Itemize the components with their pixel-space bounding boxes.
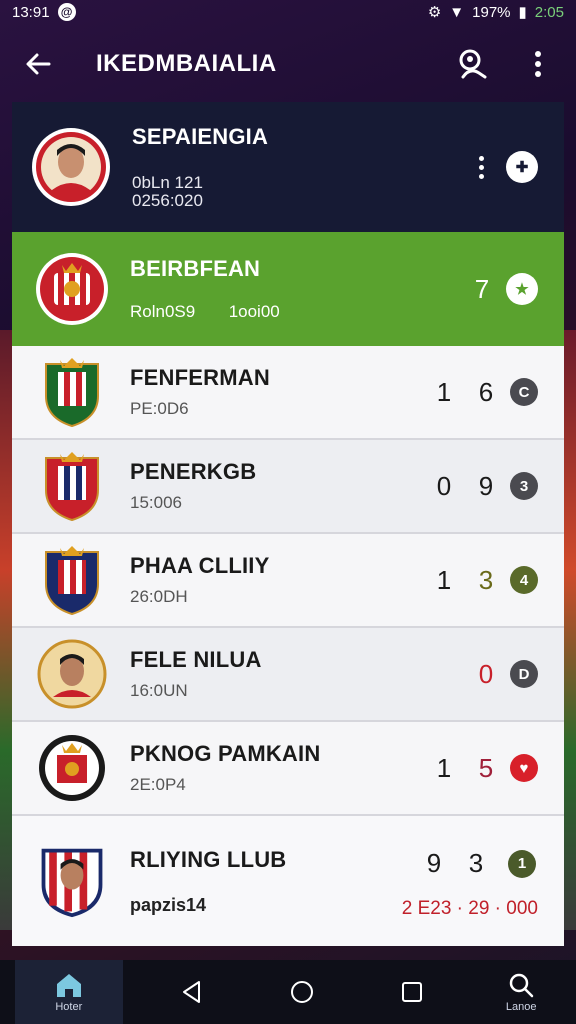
back-button[interactable] bbox=[20, 46, 56, 82]
background-edge-right bbox=[564, 330, 576, 930]
team-detail: 26:0DH bbox=[130, 587, 188, 606]
search-button[interactable] bbox=[454, 46, 490, 82]
team-row-highlighted[interactable]: BEIRBFEAN Roln0S9 1ooi00 7 ★ bbox=[12, 232, 564, 346]
status-badge: 4 bbox=[510, 566, 538, 594]
nav-home-circle[interactable] bbox=[262, 960, 342, 1024]
nav-home[interactable]: Hoter bbox=[14, 960, 123, 1024]
square-recents-icon bbox=[401, 982, 422, 1002]
team-crest bbox=[34, 730, 110, 806]
status-badge: 3 bbox=[510, 472, 538, 500]
score-away: 0 bbox=[478, 658, 494, 689]
status-badge: ♥ bbox=[510, 754, 538, 782]
score-away: 5 bbox=[478, 752, 494, 783]
match-extra-info: 2 E23 · 29 · 000 bbox=[401, 898, 538, 919]
rank-badge-last: 1 bbox=[508, 849, 536, 878]
profile-line2: 0256:020 bbox=[132, 191, 203, 210]
battery-icon: ▮ bbox=[518, 4, 527, 21]
signal-text: 197% bbox=[472, 3, 511, 21]
triangle-back-icon bbox=[183, 981, 201, 1003]
bottom-navigation: Hoter Lanoe bbox=[0, 960, 576, 1024]
score-home-last: 9 bbox=[426, 848, 442, 878]
arrow-left-icon bbox=[26, 53, 51, 75]
team-crest bbox=[34, 251, 110, 327]
status-time: 13:91 bbox=[12, 3, 50, 21]
profile-line1: 0bLn 121 bbox=[132, 173, 203, 192]
score-away: 6 bbox=[478, 376, 494, 407]
score-away: 3 bbox=[478, 564, 494, 595]
alarm-icon: ⚙ bbox=[427, 4, 442, 21]
team-crest bbox=[34, 636, 110, 712]
nav-home-label: Hoter bbox=[55, 1001, 83, 1013]
team-detail-right: 1ooi00 bbox=[228, 302, 280, 321]
team-crest bbox=[34, 448, 110, 524]
favorite-star-icon[interactable]: ★ bbox=[506, 273, 538, 305]
battery-text: 2:05 bbox=[534, 3, 564, 21]
team-name: FENFERMAN bbox=[130, 365, 270, 390]
nav-search-label: Lanoe bbox=[505, 1001, 537, 1013]
app-bar: IKEDMBAIALIA bbox=[0, 28, 576, 100]
notification-icon: @ bbox=[57, 3, 76, 21]
team-crest bbox=[34, 542, 110, 618]
team-name: PKNOG PAMKAIN bbox=[130, 741, 321, 766]
score-away-last: 3 bbox=[468, 848, 484, 878]
kebab-menu-icon bbox=[535, 51, 541, 77]
score-away: 9 bbox=[478, 470, 494, 501]
team-name: BEIRBFEAN bbox=[130, 256, 261, 281]
circle-home-icon bbox=[290, 981, 313, 1003]
match-list: SEPAIENGIA 0bLn 121 0256:020 ✚ BEIRBFEAN… bbox=[12, 102, 564, 946]
more-options-button[interactable] bbox=[520, 46, 556, 82]
team-name: PENERKGB bbox=[130, 459, 257, 484]
team-crest bbox=[34, 354, 110, 430]
score-home: 1 bbox=[436, 376, 452, 407]
wifi-icon: ▼ bbox=[449, 3, 465, 21]
team-detail-left: Roln0S9 bbox=[130, 302, 196, 321]
team-row[interactable]: PENERKGB 15:006 0 9 3 bbox=[12, 440, 564, 534]
status-bar: 13:91 @ ⚙ ▼ 197% ▮ 2:05 bbox=[0, 0, 576, 24]
score-home: 1 bbox=[436, 752, 452, 783]
page-title: IKEDMBAIALIA bbox=[96, 50, 277, 77]
background-edge-left bbox=[0, 330, 12, 930]
team-row[interactable]: PHAA CLLIIY 26:0DH 1 3 4 bbox=[12, 534, 564, 628]
search-icon bbox=[509, 973, 534, 998]
nav-recents[interactable] bbox=[372, 960, 452, 1024]
team-detail: PE:0D6 bbox=[130, 399, 189, 418]
status-badge: C bbox=[510, 378, 538, 406]
score-home: 0 bbox=[436, 470, 452, 501]
profile-name: SEPAIENGIA bbox=[132, 124, 269, 149]
team-detail: 15:006 bbox=[130, 493, 182, 512]
profile-menu-button[interactable] bbox=[479, 155, 484, 179]
team-row-last[interactable]: RLIYING LLUB papzis14 9 3 1 2 E23 · 29 ·… bbox=[12, 816, 564, 946]
nav-back[interactable] bbox=[152, 960, 232, 1024]
team-row[interactable]: FELE NILUA 16:0UN 0 D bbox=[12, 628, 564, 722]
profile-action-icon[interactable]: ✚ bbox=[506, 151, 538, 183]
team-detail: 16:0UN bbox=[130, 681, 188, 700]
team-score: 7 bbox=[474, 273, 490, 304]
team-name: PHAA CLLIIY bbox=[130, 553, 270, 578]
player-avatar bbox=[30, 126, 112, 208]
home-icon bbox=[56, 974, 81, 997]
score-home: 1 bbox=[436, 564, 452, 595]
nav-search[interactable]: Lanoe bbox=[481, 960, 561, 1024]
team-name: FELE NILUA bbox=[130, 647, 262, 672]
team-row[interactable]: PKNOG PAMKAIN 2E:0P4 1 5 ♥ bbox=[12, 722, 564, 816]
team-crest-last bbox=[34, 843, 110, 919]
team-row[interactable]: FENFERMAN PE:0D6 1 6 C bbox=[12, 346, 564, 440]
search-person-icon bbox=[459, 49, 487, 79]
team-detail: 2E:0P4 bbox=[130, 775, 186, 794]
status-badge: D bbox=[510, 660, 538, 688]
profile-card[interactable]: SEPAIENGIA 0bLn 121 0256:020 ✚ bbox=[12, 102, 564, 232]
